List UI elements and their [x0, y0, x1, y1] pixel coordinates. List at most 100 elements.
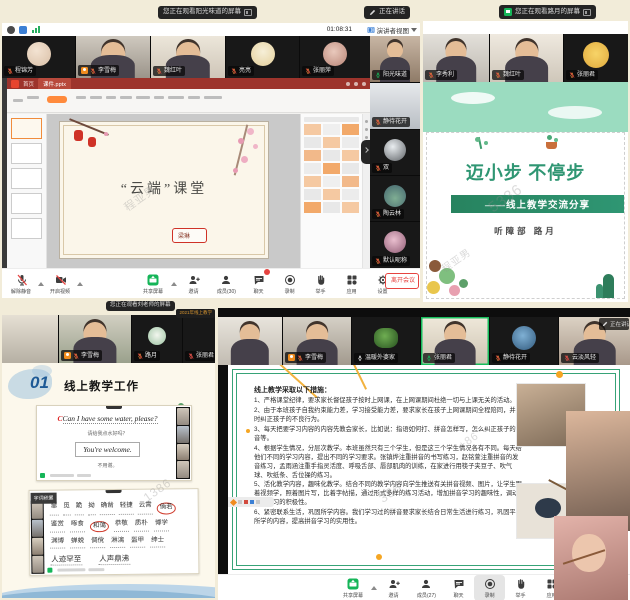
chat-button[interactable]: 聊天	[443, 575, 474, 600]
wps-document-tab[interactable]: 课件.pptx	[38, 78, 71, 89]
wps-home-tab[interactable]: 首页	[23, 80, 34, 88]
view-mode-button[interactable]: 演讲者视图	[367, 25, 418, 35]
record-button[interactable]: 录制	[274, 271, 305, 297]
video-tile[interactable]: 李秀利	[423, 34, 489, 82]
ribbon-active-tab[interactable]	[47, 96, 67, 103]
video-tile[interactable]: 温暖外婆家	[352, 317, 420, 365]
video-tile[interactable]: 正在讲话 云淡风轻	[559, 317, 630, 365]
shield-icon[interactable]	[19, 26, 27, 34]
cloud-decoration	[548, 106, 602, 119]
members-button[interactable]: 成员(27)	[409, 575, 443, 600]
video-tile[interactable]: 张丽君	[183, 315, 215, 363]
camera-options-caret[interactable]	[77, 282, 83, 286]
start-video-button[interactable]: 开启视频	[45, 271, 76, 297]
slide-title: 迈小步 不停步	[427, 159, 624, 185]
bowl-shape	[535, 498, 561, 518]
chinese-translation: 不用谢。	[40, 462, 175, 469]
members-button[interactable]: 成员(30)	[209, 271, 243, 297]
share-options-caret[interactable]	[171, 282, 177, 286]
video-tile[interactable]: 张丽君	[564, 34, 628, 82]
vocab-label: 字词积累	[31, 493, 57, 504]
meeting-window-bottom-left: 您正在观看刘老师的屏幕 2021年线上教学 李雪梅 路月 张丽君 01 线上教学…	[2, 300, 215, 598]
measure-item: 5、活化教学内容，趣味化教学。结合不同的教学内容向学生推送有关拼音视频、图片，让…	[254, 481, 524, 508]
share-screen-button[interactable]: 共享屏幕	[136, 271, 170, 297]
slide-canvas[interactable]: “云端”课堂 梁琳	[59, 121, 269, 259]
slide-thumbnail-panel[interactable]	[7, 114, 47, 268]
slide-mint-band	[423, 82, 628, 132]
slide-subtitle-band: ——线上教学交流分享	[451, 195, 624, 213]
speaking-indicator: 正在讲话	[364, 6, 410, 19]
chat-notification-badge	[264, 269, 270, 275]
slide-thumbnail[interactable]	[11, 218, 42, 239]
video-tile-speaking[interactable]: 张丽君	[421, 317, 489, 365]
video-tile[interactable]: 路月	[132, 315, 182, 363]
video-tile[interactable]: 亮亮	[226, 36, 299, 78]
video-tile[interactable]	[218, 317, 282, 365]
side-tool-rail[interactable]	[362, 114, 370, 268]
cactus-decoration	[603, 274, 614, 298]
measure-item: 6、紧密联系生活，巩固所学内容。我们学习过的拼音要求家长结合日常生活进行练习，巩…	[254, 509, 524, 527]
meeting-info-icon[interactable]	[7, 26, 15, 34]
video-tile-row: 程锦芳 李雪梅 魏红叶 亮亮 张丽萍	[2, 36, 370, 78]
network-signal-icon	[32, 30, 34, 33]
record-button-active[interactable]: 录制	[474, 575, 505, 600]
slide-thumbnail[interactable]	[11, 193, 42, 214]
slide-thumbnail-selected[interactable]	[11, 118, 42, 139]
floating-bar	[106, 490, 122, 493]
share-options-caret[interactable]	[371, 586, 377, 590]
window-maximize-button[interactable]	[354, 82, 358, 86]
design-template-panel[interactable]	[300, 114, 362, 268]
raise-hand-button[interactable]: 举手	[305, 271, 336, 297]
mic-options-caret[interactable]	[38, 282, 44, 286]
video-tile[interactable]: 默认昵称	[370, 222, 420, 268]
invite-button[interactable]: 邀请	[178, 271, 209, 297]
blossom-dot	[253, 144, 258, 149]
slide-canvas-area: “云端”课堂 梁琳	[47, 114, 300, 268]
video-tile[interactable]: 静待花开	[370, 83, 420, 129]
leaf-dot	[547, 135, 552, 140]
video-tile[interactable]: 陶云林	[370, 176, 420, 221]
video-tile[interactable]: 阳光味道	[370, 36, 420, 82]
raise-hand-button[interactable]: 举手	[505, 575, 536, 600]
video-tile[interactable]: 双	[370, 130, 420, 175]
video-tile[interactable]	[2, 315, 58, 363]
invite-button[interactable]: 邀请	[378, 575, 409, 600]
red-lantern-decoration	[74, 130, 83, 141]
vocabulary-card: 字词积累 窜觅跪拗确凿轻捷云霄倘若 鉴赏啄食和蔼恭敬质朴博学 渊博蝉蜕倜傥淋漓盔…	[29, 488, 200, 576]
video-tile[interactable]: 静待花开	[490, 317, 558, 365]
leave-meeting-button[interactable]: 离开会议	[385, 273, 419, 289]
video-tile[interactable]: 魏红叶	[151, 36, 225, 78]
meeting-window-top-right: 您正在观看路月的屏幕 李秀利 魏红叶 张丽君	[423, 0, 628, 302]
blossom-dot	[233, 168, 238, 173]
chat-button[interactable]: 聊天	[243, 271, 274, 297]
slide-thumbnail[interactable]	[11, 168, 42, 189]
host-badge	[288, 354, 295, 361]
meeting-status-bar: 01:08:31 演讲者视图	[2, 23, 420, 36]
video-tile[interactable]: 张丽萍	[300, 36, 370, 78]
video-tile[interactable]: 程锦芳	[2, 36, 75, 78]
switch-view-icon[interactable]	[583, 9, 591, 16]
video-tile-row: 李雪梅 路月 张丽君	[2, 315, 215, 363]
switch-view-icon[interactable]	[244, 9, 252, 16]
annotation-mini-toolbar[interactable]	[228, 497, 274, 507]
window-minimize-button[interactable]	[346, 82, 350, 86]
video-tile[interactable]: 李雪梅	[59, 315, 131, 363]
wps-ribbon[interactable]	[7, 89, 370, 113]
leaf-avatar	[374, 328, 398, 348]
window-close-button[interactable]	[362, 82, 366, 86]
unmute-button[interactable]: 解除静音	[6, 271, 37, 297]
video-tile[interactable]: 李雪梅	[76, 36, 150, 78]
orange-dot-decoration	[376, 554, 382, 560]
layout-grid-icon	[367, 26, 375, 34]
network-signal-bar	[38, 26, 40, 33]
slide-thumbnail[interactable]	[11, 143, 42, 164]
video-tile[interactable]: 李雪梅	[283, 317, 351, 365]
meeting-window-bottom-right: 李雪梅 温暖外婆家 张丽君 静待花开 正在讲话 云淡风轻	[218, 308, 630, 600]
vocab-rows: 窜觅跪拗确凿轻捷云霄倘若 鉴赏啄食和蔼恭敬质朴博学 渊博蝉蜕倜傥淋漓盔甲绅士 人…	[50, 502, 195, 566]
share-screen-button[interactable]: 共享屏幕	[336, 575, 370, 600]
video-tile[interactable]: 魏红叶	[490, 34, 563, 82]
apps-button[interactable]: 应用	[336, 271, 367, 297]
shared-slide: 迈小步 不停步 ——线上教学交流分享 听障部 路月 5336 程亚男	[423, 82, 628, 302]
collapse-panel-arrow[interactable]	[361, 140, 370, 164]
avatar	[323, 42, 347, 66]
